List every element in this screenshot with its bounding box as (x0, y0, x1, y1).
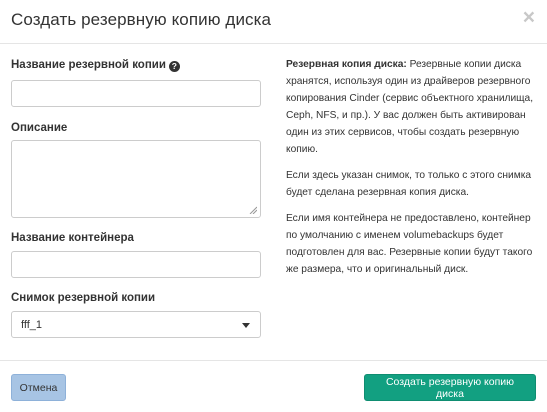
container-name-label: Название контейнера (11, 232, 134, 244)
dialog-footer: Отмена Создать резервную копию диска (0, 360, 547, 412)
snapshot-label: Снимок резервной копии (11, 292, 156, 304)
question-circle-icon[interactable]: ? (168, 61, 180, 72)
create-volume-backup-dialog: Создать резервную копию диска × Название… (0, 0, 547, 412)
help-panel: Резервная копия диска: Резервные копии д… (286, 56, 536, 287)
snapshot-select[interactable]: fff_1 (11, 311, 261, 338)
help-paragraph-1: Резервная копия диска: Резервные копии д… (286, 56, 536, 158)
resize-grip-icon[interactable] (249, 206, 257, 214)
help-paragraph-3: Если имя контейнера не предоставлено, ко… (286, 213, 533, 275)
snapshot-selected-value: fff_1 (21, 319, 43, 331)
description-textarea[interactable] (11, 140, 261, 218)
help-paragraph-2: Если здесь указан снимок, то только с эт… (286, 170, 532, 198)
help-heading: Резервная копия диска: (286, 59, 407, 70)
description-label: Описание (11, 122, 68, 134)
help-text-1: Резервные копии диска хранятся, использу… (286, 59, 534, 155)
dialog-header: Создать резервную копию диска × (0, 0, 547, 44)
backup-name-input[interactable] (11, 80, 261, 107)
backup-name-label: Название резервной копии? (11, 59, 180, 72)
dialog-title: Создать резервную копию диска (11, 10, 272, 29)
caret-down-icon (242, 323, 250, 328)
backup-name-label-text: Название резервной копии (11, 59, 166, 71)
close-icon[interactable]: × (523, 7, 535, 28)
create-backup-button[interactable]: Создать резервную копию диска (364, 374, 536, 401)
container-name-input[interactable] (11, 251, 261, 278)
cancel-button[interactable]: Отмена (11, 374, 66, 401)
